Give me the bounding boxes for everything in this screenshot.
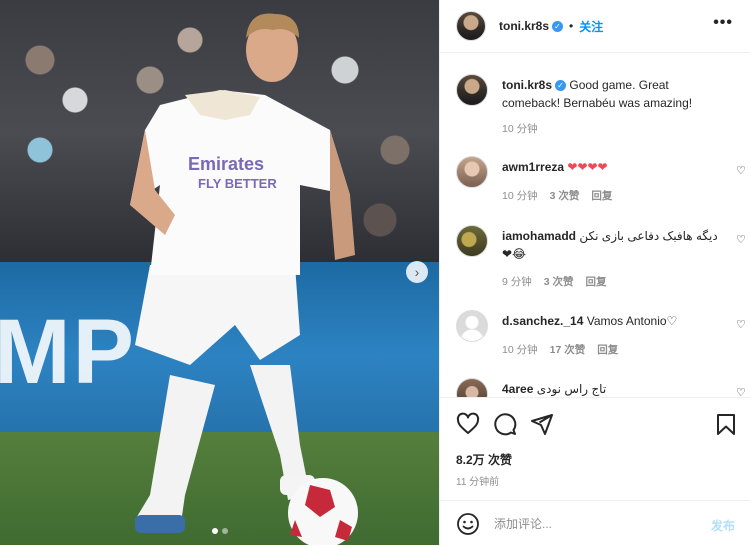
more-options-icon[interactable]: ••• xyxy=(713,14,733,32)
caption-avatar[interactable] xyxy=(456,74,488,106)
comment-body: d.sanchez._14 Vamos Antonio♡ xyxy=(502,312,724,330)
carousel-dot xyxy=(221,528,228,534)
comment-body: iamohamadd دیگه هافبک دفاعی بازی نکن😂❤ xyxy=(502,227,724,263)
verified-badge-icon: ✓ xyxy=(552,20,564,32)
svg-text:FLY BETTER: FLY BETTER xyxy=(198,176,277,191)
heart-icon[interactable] xyxy=(456,412,480,436)
comment-item: 4aree تاج راس نودی ♡ xyxy=(456,378,746,397)
reply-button[interactable]: 回复 xyxy=(591,188,612,203)
comment-item: iamohamadd دیگه هافبک دفاعی بازی نکن😂❤ 9… xyxy=(456,225,746,288)
comment-meta: 9 分钟 3 次赞 回复 xyxy=(502,274,607,289)
commenter-avatar[interactable] xyxy=(456,156,488,188)
comment-like-icon[interactable]: ♡ xyxy=(736,320,746,331)
separator: • xyxy=(569,19,574,33)
verified-badge-icon: ✓ xyxy=(555,80,567,92)
emoji-icon[interactable] xyxy=(456,512,480,536)
commenter-avatar[interactable] xyxy=(456,310,488,342)
comment-like-icon[interactable]: ♡ xyxy=(736,235,746,246)
comment-username[interactable]: d.sanchez._14 xyxy=(502,314,583,328)
caption-meta: 10 分钟 xyxy=(502,121,538,136)
follow-button[interactable]: 关注 xyxy=(579,18,603,35)
svg-text:Emirates: Emirates xyxy=(188,154,264,174)
comment-meta: 10 分钟 3 次赞 回复 xyxy=(502,188,612,203)
author-avatar[interactable] xyxy=(456,11,486,41)
comment-like-icon[interactable]: ♡ xyxy=(736,166,746,177)
comment-text: ❤❤❤❤ xyxy=(567,160,608,174)
comment-likes[interactable]: 3 次赞 xyxy=(544,274,574,289)
comment-meta: 10 分钟 17 次赞 回复 xyxy=(502,342,618,357)
ad-board-text: MP xyxy=(0,301,136,403)
post-header: toni.kr8s ✓ • 关注 ••• xyxy=(440,0,750,53)
carousel-indicator xyxy=(0,528,439,534)
share-icon[interactable] xyxy=(530,412,554,436)
caption: toni.kr8s ✓ Good game. Great comeback! Be… xyxy=(456,74,736,144)
author-username[interactable]: toni.kr8s xyxy=(499,19,549,33)
post-comment-button[interactable]: 发布 xyxy=(711,517,735,534)
comment-username[interactable]: 4aree xyxy=(502,382,533,396)
comment-time: 10 分钟 xyxy=(502,344,538,356)
comment-username[interactable]: awm1rreza xyxy=(502,160,564,174)
comment-item: d.sanchez._14 Vamos Antonio♡ 10 分钟 17 次赞… xyxy=(456,310,746,365)
reply-button[interactable]: 回复 xyxy=(597,342,618,357)
bookmark-icon[interactable] xyxy=(714,412,738,436)
player-head xyxy=(246,13,299,82)
comment-text: تاج راس نودی xyxy=(536,382,607,396)
comment-body: 4aree تاج راس نودی xyxy=(502,380,724,397)
post-media[interactable]: MP Emirates FLY BETTER › xyxy=(0,0,439,545)
post-time: 11 分钟前 xyxy=(456,477,500,488)
comment-item: awm1rreza ❤❤❤❤ 10 分钟 3 次赞 回复 ♡ xyxy=(456,156,746,211)
comment-body: awm1rreza ❤❤❤❤ xyxy=(502,158,724,176)
comment-text: Vamos Antonio♡ xyxy=(586,314,678,328)
comment-likes[interactable]: 17 次赞 xyxy=(550,342,586,357)
action-bar xyxy=(440,397,750,450)
carousel-dot-active xyxy=(211,528,218,534)
like-count[interactable]: 8.2万 次赞 xyxy=(456,451,512,468)
comment-icon[interactable] xyxy=(493,412,517,436)
caption-time: 10 分钟 xyxy=(502,123,538,135)
caption-username[interactable]: toni.kr8s xyxy=(502,78,552,92)
comments-list: toni.kr8s ✓ Good game. Great comeback! Be… xyxy=(440,53,750,397)
comment-time: 9 分钟 xyxy=(502,276,532,288)
next-slide-button[interactable]: › xyxy=(406,261,428,283)
comment-time: 10 分钟 xyxy=(502,190,538,202)
reply-button[interactable]: 回复 xyxy=(586,274,607,289)
comment-composer: 发布 xyxy=(440,500,750,546)
comment-likes[interactable]: 3 次赞 xyxy=(550,188,580,203)
player-illustration: Emirates FLY BETTER xyxy=(130,90,358,545)
comment-input[interactable] xyxy=(492,515,696,532)
comment-username[interactable]: iamohamadd xyxy=(502,229,576,243)
caption-body: toni.kr8s ✓ Good game. Great comeback! Be… xyxy=(502,76,724,112)
commenter-avatar[interactable] xyxy=(456,378,488,397)
commenter-avatar[interactable] xyxy=(456,225,488,257)
post-panel: toni.kr8s ✓ • 关注 ••• toni.kr8s ✓ Good gam… xyxy=(439,0,750,545)
comment-like-icon[interactable]: ♡ xyxy=(736,388,746,398)
